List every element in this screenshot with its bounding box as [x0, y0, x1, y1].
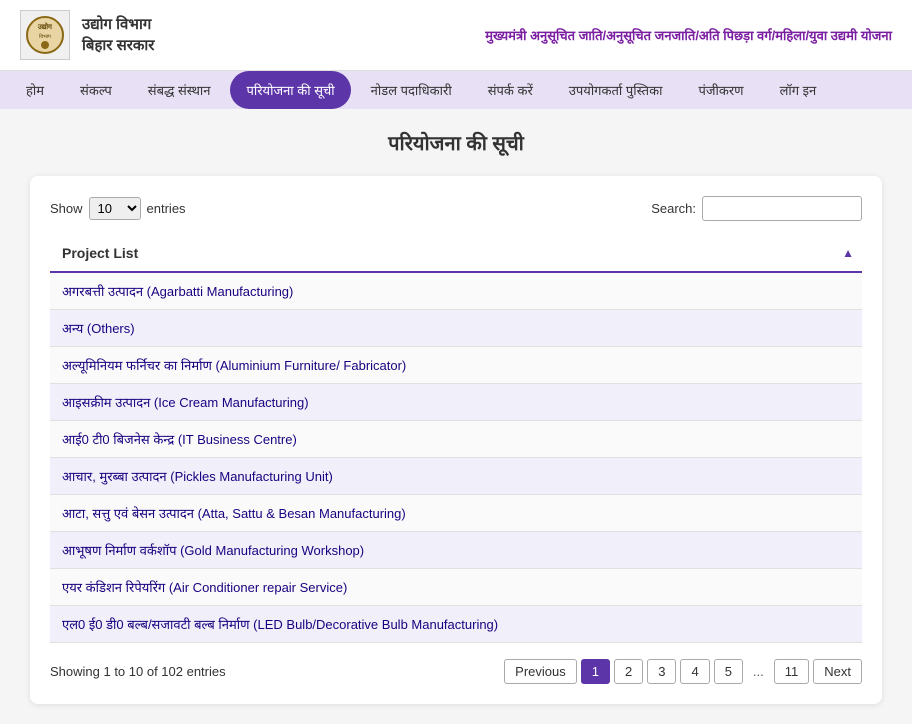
org-line1: उद्योग विभाग — [82, 14, 154, 35]
svg-text:विभाग: विभाग — [39, 33, 51, 40]
table-row[interactable]: अगरबत्ती उत्पादन (Agarbatti Manufacturin… — [50, 272, 862, 310]
org-title: उद्योग विभाग बिहार सरकार — [82, 14, 154, 56]
org-line2: बिहार सरकार — [82, 35, 154, 56]
project-table: Project List ▲ अगरबत्ती उत्पादन (Agarbat… — [50, 235, 862, 643]
nav-item-पंजीकरण[interactable]: पंजीकरण — [682, 71, 759, 109]
table-body: अगरबत्ती उत्पादन (Agarbatti Manufacturin… — [50, 272, 862, 643]
nav-item-उपयोगकर्ता-पुस्तिका[interactable]: उपयोगकर्ता पुस्तिका — [553, 71, 679, 109]
nav-item-संकल्प[interactable]: संकल्प — [64, 71, 128, 109]
table-cell: एयर कंडिशन रिपेयरिंग (Air Conditioner re… — [50, 569, 862, 606]
nav-item-होम[interactable]: होम — [10, 71, 60, 109]
search-input[interactable] — [702, 196, 862, 221]
controls-row: Show 102550100 entries Search: — [50, 196, 862, 221]
showing-entries-text: Showing 1 to 10 of 102 entries — [50, 664, 226, 679]
table-row[interactable]: आचार, मुरब्बा उत्पादन (Pickles Manufactu… — [50, 458, 862, 495]
main-content: परियोजना की सूची Show 102550100 entries … — [0, 109, 912, 724]
footer-row: Showing 1 to 10 of 102 entries Previous … — [50, 659, 862, 684]
search-label: Search: — [651, 201, 696, 216]
header-left: उद्योग विभाग उद्योग विभाग बिहार सरकार — [20, 10, 154, 60]
page-btn-last[interactable]: 11 — [774, 659, 810, 684]
nav-item-नोडल-पदाधिकारी[interactable]: नोडल पदाधिकारी — [355, 71, 468, 109]
scheme-text: मुख्यमंत्री अनुसूचित जाति/अनुसूचित जनजात… — [485, 26, 892, 44]
page-btn-4[interactable]: 4 — [680, 659, 709, 684]
previous-button[interactable]: Previous — [504, 659, 577, 684]
table-cell: आभूषण निर्माण वर्कशॉप (Gold Manufacturin… — [50, 532, 862, 569]
table-row[interactable]: आभूषण निर्माण वर्कशॉप (Gold Manufacturin… — [50, 532, 862, 569]
pagination: Previous 12345...11Next — [504, 659, 862, 684]
show-label: Show — [50, 201, 83, 216]
table-cell: आटा, सत्तु एवं बेसन उत्पादन (Atta, Sattu… — [50, 495, 862, 532]
table-cell: अल्यूमिनियम फर्निचर का निर्माण (Aluminiu… — [50, 347, 862, 384]
header: उद्योग विभाग उद्योग विभाग बिहार सरकार मु… — [0, 0, 912, 71]
page-btn-2[interactable]: 2 — [614, 659, 643, 684]
table-row[interactable]: एल0 ई0 डी0 बल्ब/सजावटी बल्ब निर्माण (LED… — [50, 606, 862, 643]
page-btn-1[interactable]: 1 — [581, 659, 610, 684]
table-cell: आई0 टी0 बिजनेस केन्द्र (IT Business Cent… — [50, 421, 862, 458]
table-cell: अगरबत्ती उत्पादन (Agarbatti Manufacturin… — [50, 272, 862, 310]
table-container: Show 102550100 entries Search: Project L… — [30, 176, 882, 704]
entries-select[interactable]: 102550100 — [89, 197, 141, 220]
column-header: Project List ▲ — [50, 235, 862, 272]
page-btn-3[interactable]: 3 — [647, 659, 676, 684]
page-dots: ... — [747, 660, 770, 683]
show-entries-control: Show 102550100 entries — [50, 197, 186, 220]
table-cell: आइसक्रीम उत्पादन (Ice Cream Manufacturin… — [50, 384, 862, 421]
table-row[interactable]: आई0 टी0 बिजनेस केन्द्र (IT Business Cent… — [50, 421, 862, 458]
table-row[interactable]: अन्य (Others) — [50, 310, 862, 347]
navigation: होमसंकल्पसंबद्ध संस्थानपरियोजना की सूचीन… — [0, 71, 912, 109]
table-row[interactable]: आटा, सत्तु एवं बेसन उत्पादन (Atta, Sattu… — [50, 495, 862, 532]
next-button[interactable]: Next — [813, 659, 862, 684]
table-row[interactable]: अल्यूमिनियम फर्निचर का निर्माण (Aluminiu… — [50, 347, 862, 384]
logo: उद्योग विभाग — [20, 10, 70, 60]
nav-item-परियोजना-की-सूची[interactable]: परियोजना की सूची — [230, 71, 350, 109]
nav-item-संपर्क-करें[interactable]: संपर्क करें — [472, 71, 549, 109]
nav-item-संबद्ध-संस्थान[interactable]: संबद्ध संस्थान — [132, 71, 227, 109]
page-title: परियोजना की सूची — [30, 129, 882, 156]
nav-item-लॉग-इन[interactable]: लॉग इन — [764, 71, 833, 109]
search-control: Search: — [651, 196, 862, 221]
sort-arrow-icon: ▲ — [842, 246, 854, 260]
table-row[interactable]: आइसक्रीम उत्पादन (Ice Cream Manufacturin… — [50, 384, 862, 421]
page-btn-5[interactable]: 5 — [714, 659, 743, 684]
table-cell: आचार, मुरब्बा उत्पादन (Pickles Manufactu… — [50, 458, 862, 495]
table-row[interactable]: एयर कंडिशन रिपेयरिंग (Air Conditioner re… — [50, 569, 862, 606]
table-cell: अन्य (Others) — [50, 310, 862, 347]
svg-text:उद्योग: उद्योग — [37, 22, 53, 31]
entries-label: entries — [147, 201, 186, 216]
table-cell: एल0 ई0 डी0 बल्ब/सजावटी बल्ब निर्माण (LED… — [50, 606, 862, 643]
